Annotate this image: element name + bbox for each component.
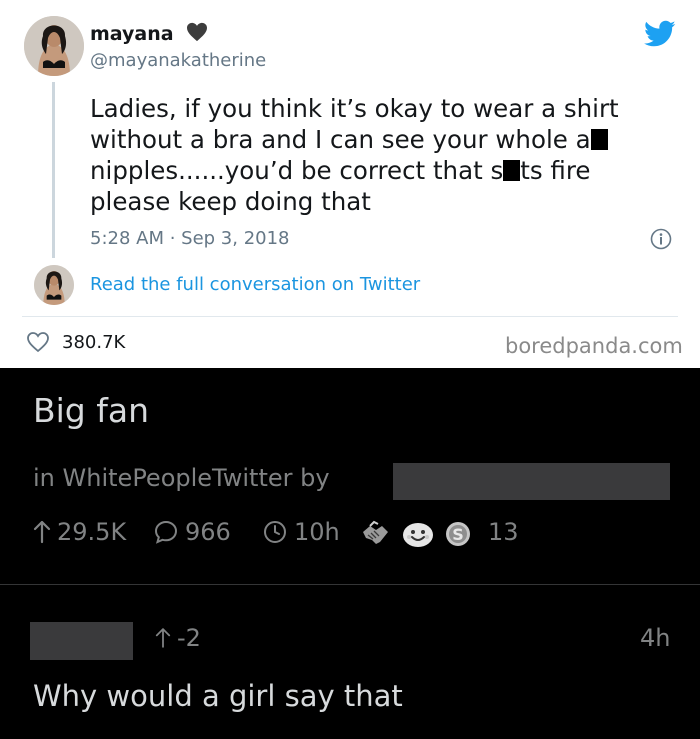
user-handle[interactable]: @mayanakatherine [90,50,266,71]
tweet-text-line: nipples......you’d be correct that s [90,156,504,185]
tweet-text-line: without a bra and I can see your whole a [90,125,591,154]
avatar-photo [34,265,74,305]
avatar[interactable] [34,265,74,305]
embedded-tweet: mayana @mayanakatherine Ladies, if you t… [0,0,700,368]
tweet-text-line: Ladies, if you think it’s okay to wear a… [90,94,619,123]
thread-line [52,82,55,258]
read-conversation-link[interactable]: Read the full conversation on Twitter [90,274,420,295]
redaction-box [503,160,521,181]
upvote-count: 29.5K [57,518,127,546]
post-age: 10h [294,518,340,546]
post-meta: in WhitePeopleTwitter by [33,464,330,492]
heart-icon [187,22,208,42]
comment-score-value: -2 [177,624,201,652]
reddit-post: Big fan in WhitePeopleTwitter by 29.5K 9… [0,368,700,739]
tweet-text-line: please keep doing that [90,187,371,216]
comment-age: 4h [640,624,671,652]
handshake-award-icon[interactable] [360,518,390,550]
meta-in-label: in [33,464,55,492]
divider [22,316,678,317]
upvote-arrow-icon [33,520,51,544]
redacted-username [393,463,670,500]
twitter-bird-icon[interactable] [644,20,676,48]
display-name[interactable]: mayana [90,22,208,45]
comment-stat[interactable]: 966 [153,518,231,546]
wholesome-award-icon[interactable] [401,518,435,550]
clock-icon [264,521,286,543]
upvote-arrow-icon [155,628,171,648]
heart-outline-icon[interactable] [26,331,50,353]
upvote-stat[interactable]: 29.5K [33,518,126,546]
comment-score[interactable]: -2 [155,624,201,652]
awards-count: 13 [488,518,519,546]
watermark: boredpanda.com [505,334,683,358]
silver-award-icon[interactable]: S [443,518,473,550]
display-name-text: mayana [90,23,174,45]
subreddit-link[interactable]: WhitePeopleTwitter [63,464,293,492]
divider [0,584,700,585]
info-icon[interactable] [650,228,672,250]
comment-count: 966 [185,518,231,546]
redacted-username [30,622,133,660]
comment-body: Why would a girl say that [33,679,403,713]
svg-text:S: S [452,525,464,544]
tweet-text: Ladies, if you think it’s okay to wear a… [90,93,670,217]
age-stat: 10h [262,518,340,546]
tweet-text-line: ts fire [520,156,591,185]
post-title[interactable]: Big fan [33,391,149,430]
avatar-photo [24,16,84,76]
tweet-timestamp[interactable]: 5:28 AM · Sep 3, 2018 [90,228,290,249]
avatar[interactable] [24,16,84,76]
comment-bubble-icon [154,520,178,544]
like-count: 380.7K [62,332,126,353]
redaction-box [590,129,608,150]
meta-by-label: by [300,464,330,492]
